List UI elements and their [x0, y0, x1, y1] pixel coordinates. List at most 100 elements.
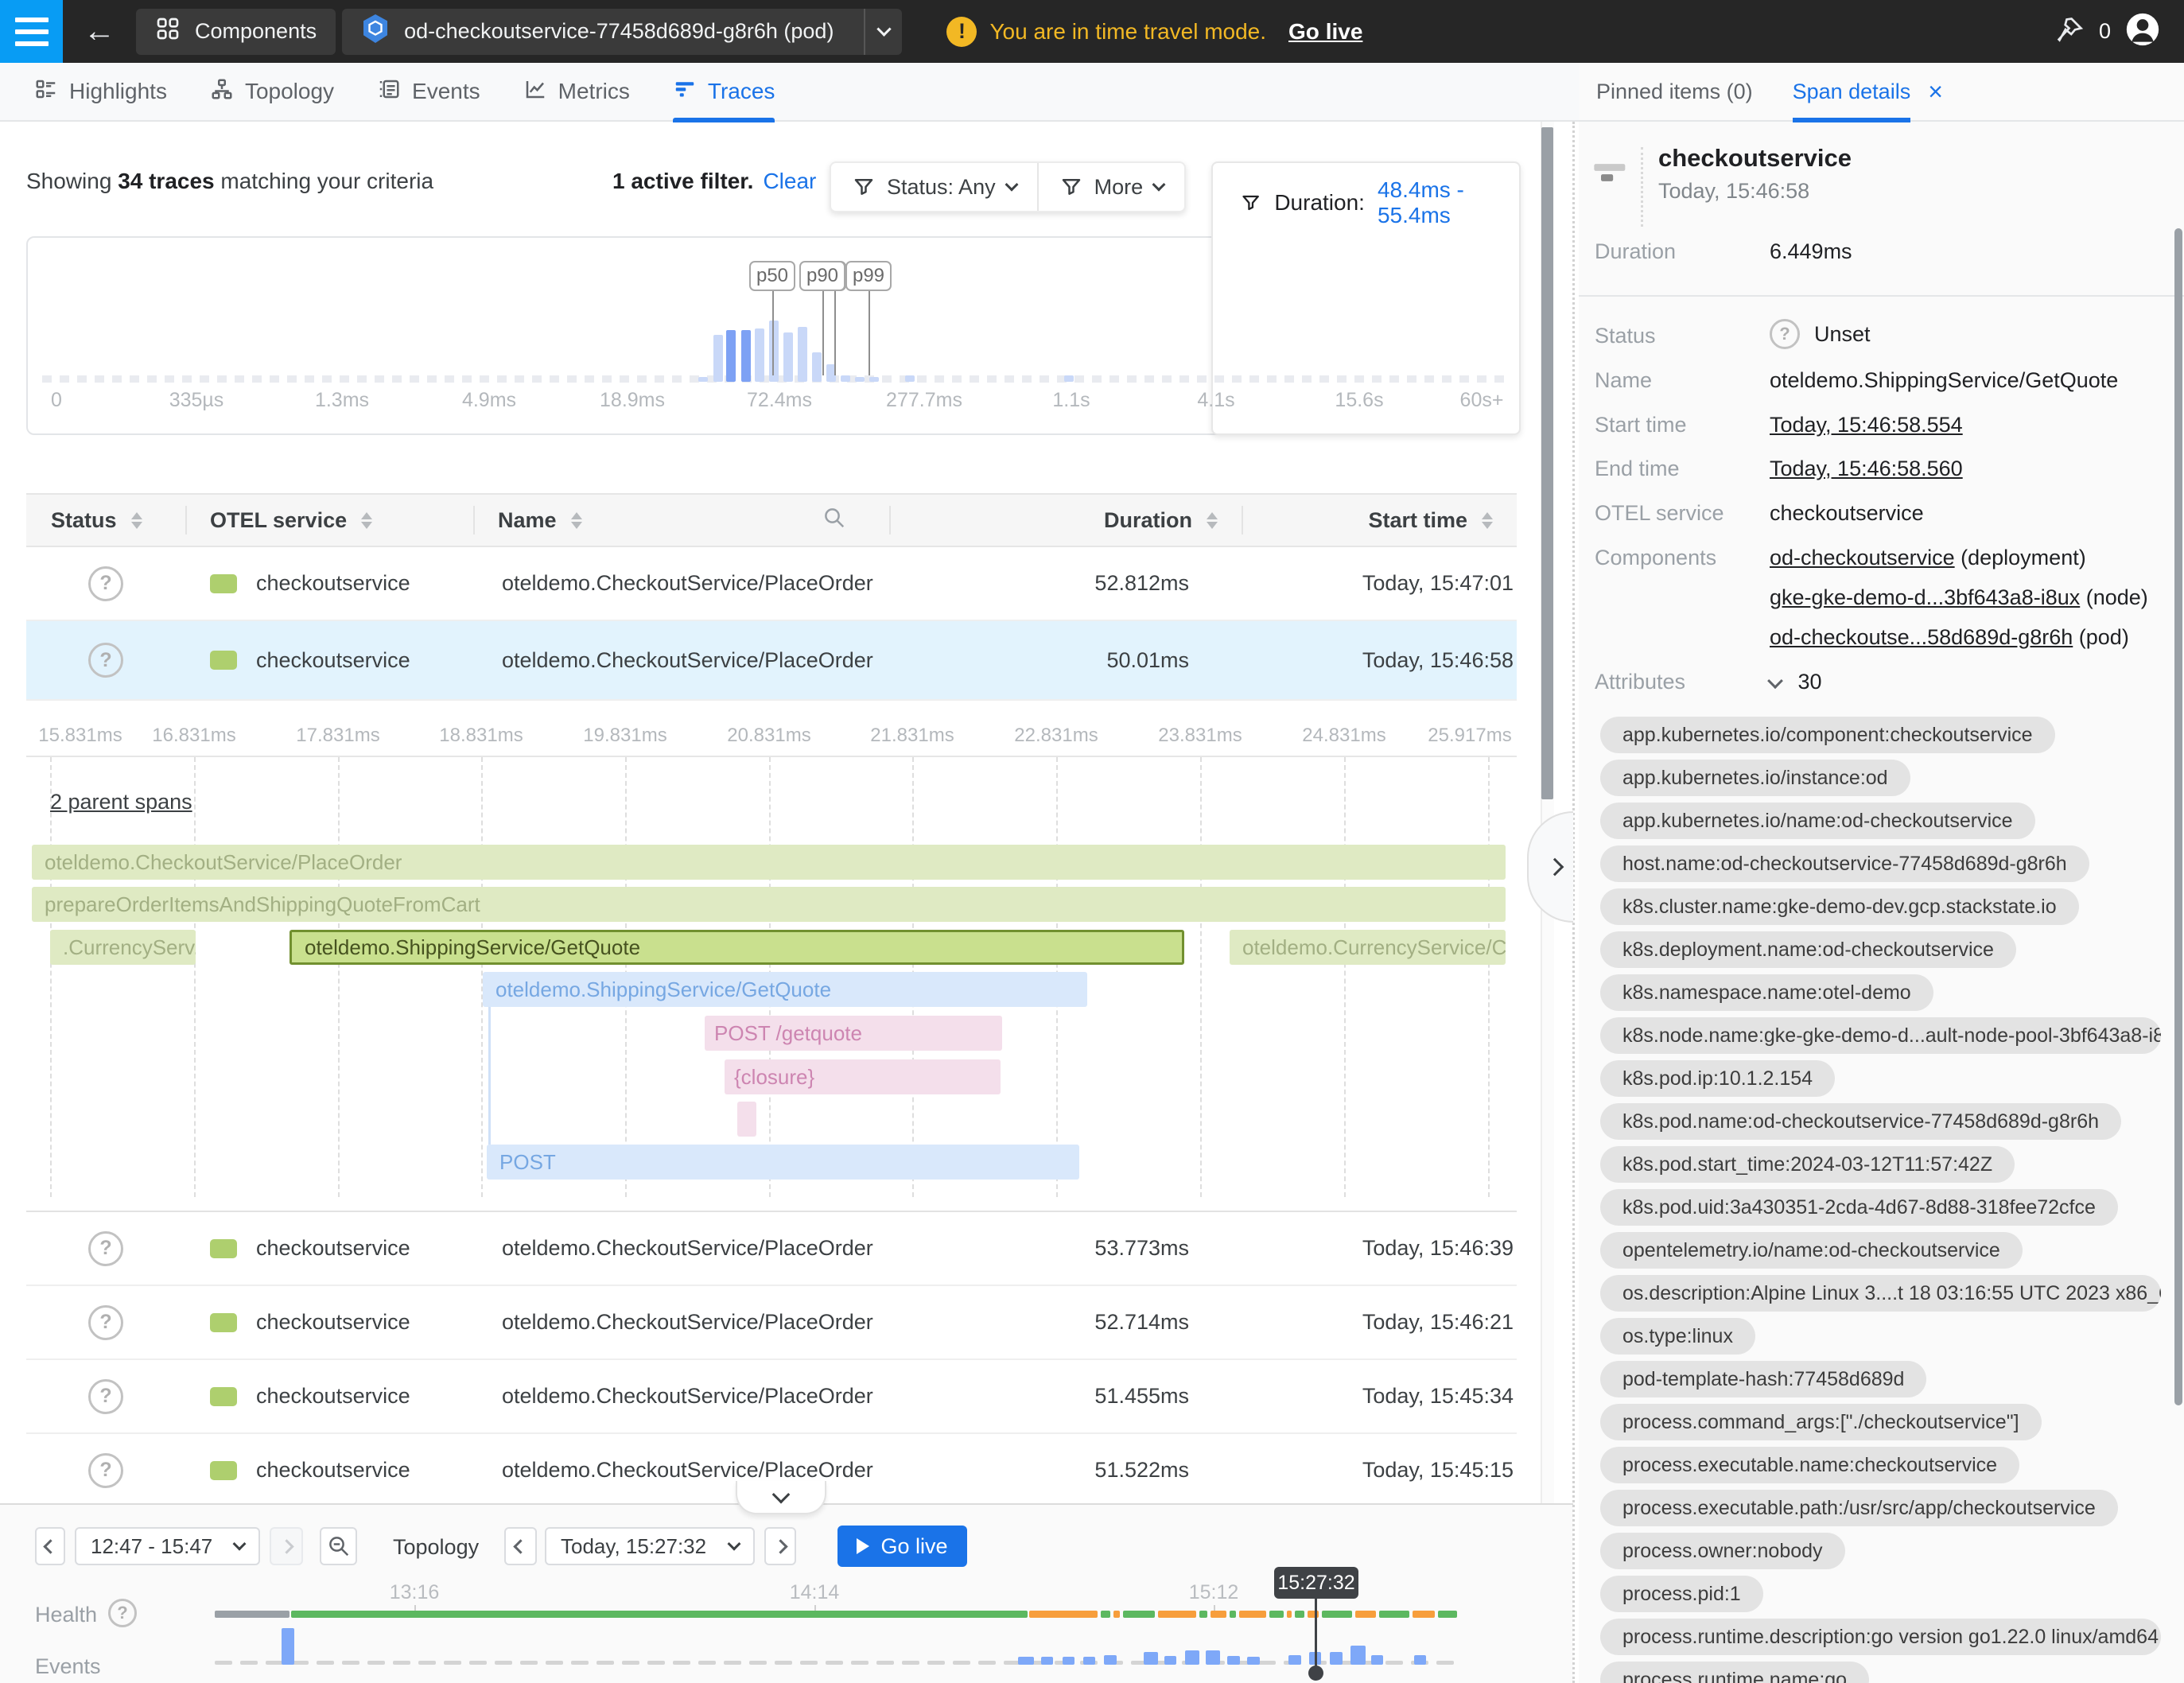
panel-scrollbar-thumb[interactable] [2174, 228, 2182, 1405]
sort-icon[interactable] [1482, 512, 1493, 529]
datetime-prev-button[interactable] [504, 1527, 537, 1565]
trace-row[interactable]: ?checkoutserviceoteldemo.CheckoutService… [26, 1286, 1517, 1360]
duration-filter-value[interactable]: 48.4ms - 55.4ms [1378, 177, 1519, 228]
duration-cell: 52.714ms [889, 1310, 1242, 1335]
otel-service-value: checkoutservice [1770, 501, 1924, 526]
tab-traces[interactable]: Traces [673, 62, 775, 121]
attribute-pill[interactable]: host.name:od-checkoutservice-77458d689d-… [1600, 845, 2089, 882]
components-label: Components [1595, 546, 1716, 570]
attribute-pill[interactable]: k8s.cluster.name:gke-demo-dev.gcp.stacks… [1600, 888, 2079, 925]
time-range-dropdown[interactable]: 12:47 - 15:47 [75, 1527, 260, 1565]
waterfall-span[interactable]: oteldemo.ShippingService/GetQuote [483, 972, 1087, 1007]
close-span-details-icon[interactable]: × [1928, 77, 1943, 107]
datetime-next-button[interactable] [764, 1527, 796, 1565]
component-link[interactable]: gke-gke-demo-d...3bf643a8-i8ux [1770, 585, 2080, 609]
pin-icon[interactable] [2056, 15, 2085, 48]
sort-icon[interactable] [131, 512, 142, 529]
components-button[interactable]: Components [136, 9, 336, 55]
attribute-pill[interactable]: process.executable.name:checkoutservice [1600, 1447, 2019, 1483]
attributes-toggle[interactable]: 30 [1770, 670, 1822, 694]
events-baseline-dash [876, 1661, 894, 1665]
timeline-tick-label: 15:12 [1189, 1581, 1239, 1604]
attribute-pill[interactable]: app.kubernetes.io/name:od-checkoutservic… [1600, 803, 2035, 839]
attribute-pill[interactable]: process.owner:nobody [1600, 1533, 1845, 1569]
waterfall-span[interactable] [737, 1102, 756, 1137]
column-header-status[interactable]: Status [26, 495, 185, 546]
attribute-pill[interactable]: k8s.pod.uid:3a430351-2cda-4d67-8d88-318f… [1600, 1189, 2118, 1226]
events-bar [282, 1628, 294, 1665]
waterfall-span[interactable]: oteldemo.CheckoutService/PlaceOrder [32, 845, 1506, 880]
tab-pinned-items[interactable]: Pinned items (0) [1596, 63, 1753, 121]
attribute-pill[interactable]: process.command_args:["./checkoutservice… [1600, 1404, 2042, 1440]
trace-row[interactable]: ?checkoutserviceoteldemo.CheckoutService… [26, 547, 1517, 621]
sort-icon[interactable] [361, 512, 372, 529]
range-prev-button[interactable] [35, 1527, 65, 1565]
attribute-pill[interactable]: process.executable.path:/usr/src/app/che… [1600, 1490, 2118, 1526]
zoom-out-button[interactable] [320, 1527, 357, 1565]
column-header-start-time[interactable]: Start time [1242, 495, 1517, 546]
tab-events[interactable]: Events [377, 62, 480, 121]
attribute-pill[interactable]: app.kubernetes.io/component:checkoutserv… [1600, 717, 2055, 753]
avatar[interactable] [2125, 12, 2160, 51]
attribute-pill[interactable]: k8s.pod.start_time:2024-03-12T11:57:42Z [1600, 1146, 2015, 1183]
attribute-pill[interactable]: opentelemetry.io/name:od-checkoutservice [1600, 1232, 2023, 1269]
entity-caret-icon[interactable] [864, 9, 902, 55]
health-help-icon[interactable]: ? [108, 1599, 137, 1627]
waterfall-span[interactable]: oteldemo.CurrencyService/Con [1230, 930, 1506, 965]
go-live-button[interactable]: Go live [837, 1526, 967, 1567]
parent-spans-link[interactable]: 2 parent spans [50, 790, 192, 814]
attribute-pill[interactable]: k8s.pod.name:od-checkoutservice-77458d68… [1600, 1103, 2121, 1140]
timeline-marker-line[interactable] [1315, 1599, 1317, 1669]
attribute-pill[interactable]: k8s.deployment.name:od-checkoutservice [1600, 931, 2016, 968]
attribute-pill[interactable]: process.pid:1 [1600, 1576, 1763, 1612]
column-header-name[interactable]: Name [473, 495, 889, 546]
duration-filter-panel[interactable]: Duration: 48.4ms - 55.4ms [1211, 161, 1521, 435]
trace-row-selected[interactable]: ?checkoutserviceoteldemo.CheckoutService… [26, 621, 1517, 701]
waterfall-span[interactable]: {closure} [725, 1059, 1001, 1094]
sort-icon[interactable] [1207, 512, 1218, 529]
trace-row[interactable]: ?checkoutserviceoteldemo.CheckoutService… [26, 1360, 1517, 1434]
events-bar [1227, 1656, 1240, 1665]
attribute-pill[interactable]: process.runtime.description:go version g… [1600, 1619, 2161, 1655]
back-arrow-icon[interactable]: ← [84, 0, 115, 63]
tab-topology[interactable]: Topology [210, 62, 334, 121]
component-line: gke-gke-demo-d...3bf643a8-i8ux (node) [1770, 585, 2148, 610]
start-time-value[interactable]: Today, 15:46:58.554 [1770, 413, 1963, 437]
hamburger-menu-icon[interactable] [0, 0, 63, 63]
status-filter-button[interactable]: Status: Any [831, 163, 1037, 211]
column-header-otel-service[interactable]: OTEL service [185, 495, 473, 546]
panel-collapse-button[interactable] [1527, 811, 1573, 923]
attribute-pill[interactable]: process.runtime.name:go [1600, 1662, 1869, 1683]
datetime-dropdown[interactable]: Today, 15:27:32 [545, 1527, 755, 1565]
range-next-button[interactable] [270, 1527, 303, 1565]
waterfall-span[interactable]: .CurrencyServ... [50, 930, 196, 965]
timeline-marker-handle[interactable] [1308, 1666, 1323, 1681]
attribute-pill[interactable]: k8s.pod.ip:10.1.2.154 [1600, 1060, 1835, 1097]
main-scrollbar-thumb[interactable] [1541, 127, 1553, 799]
search-icon[interactable] [822, 506, 846, 535]
attribute-pill[interactable]: k8s.node.name:gke-gke-demo-d...ault-node… [1600, 1017, 2161, 1054]
waterfall-span[interactable]: POST /getquote [705, 1016, 1002, 1051]
column-header-duration[interactable]: Duration [889, 495, 1242, 546]
clear-filters-link[interactable]: Clear [763, 169, 816, 193]
attribute-pill[interactable]: os.description:Alpine Linux 3....t 18 03… [1600, 1275, 2161, 1312]
attribute-pill[interactable]: app.kubernetes.io/instance:od [1600, 760, 1910, 796]
tab-span-details[interactable]: Span details [1793, 63, 1911, 121]
tab-highlights[interactable]: Highlights [34, 62, 167, 121]
waterfall-span[interactable]: POST [487, 1145, 1079, 1180]
attribute-pill[interactable]: k8s.namespace.name:otel-demo [1600, 974, 1933, 1011]
waterfall-span[interactable]: oteldemo.ShippingService/GetQuote [290, 930, 1184, 965]
go-live-link[interactable]: Go live [1288, 19, 1362, 45]
component-link[interactable]: od-checkoutse...58d689d-g8r6h [1770, 625, 2073, 649]
component-link[interactable]: od-checkoutservice [1770, 546, 1955, 569]
sort-icon[interactable] [571, 512, 582, 529]
trace-row[interactable]: ?checkoutserviceoteldemo.CheckoutService… [26, 1212, 1517, 1286]
waterfall-span[interactable]: prepareOrderItemsAndShippingQuoteFromCar… [32, 887, 1506, 922]
end-time-value[interactable]: Today, 15:46:58.560 [1770, 457, 1963, 481]
attribute-pill[interactable]: pod-template-hash:77458d689d [1600, 1361, 1926, 1397]
entity-selector[interactable]: od-checkoutservice-77458d689d-g8r6h (pod… [342, 9, 902, 55]
more-filter-button[interactable]: More [1037, 163, 1185, 211]
attribute-pill[interactable]: os.type:linux [1600, 1318, 1755, 1355]
tab-metrics[interactable]: Metrics [523, 62, 630, 121]
show-more-traces-button[interactable] [736, 1481, 826, 1514]
